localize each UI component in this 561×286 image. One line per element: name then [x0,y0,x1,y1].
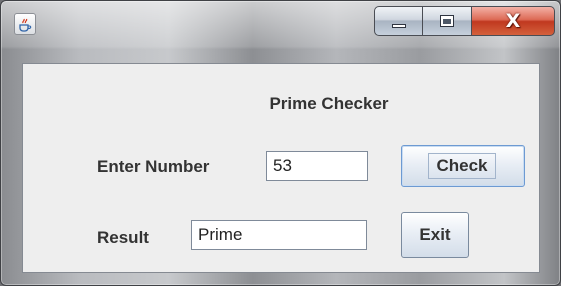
result-field[interactable] [191,220,367,250]
close-button[interactable]: X [472,6,555,36]
minimize-icon [392,24,406,28]
content-panel: Prime Checker Enter Number Check Result … [22,63,540,273]
minimize-button[interactable] [374,6,423,36]
result-label: Result [97,228,149,247]
check-button-label: Check [428,153,496,179]
window-controls: X [374,6,557,38]
page-title: Prime Checker [269,94,389,113]
check-button[interactable]: Check [401,145,525,187]
number-input[interactable] [266,151,368,181]
app-window: X Prime Checker Enter Number Check Resul… [0,0,561,286]
title-bar[interactable]: X [1,1,560,47]
java-cup-icon[interactable] [14,13,36,35]
maximize-icon [440,15,454,27]
maximize-button[interactable] [423,6,472,36]
close-icon: X [505,10,521,32]
number-label: Enter Number [97,157,210,176]
exit-button[interactable]: Exit [401,212,469,258]
